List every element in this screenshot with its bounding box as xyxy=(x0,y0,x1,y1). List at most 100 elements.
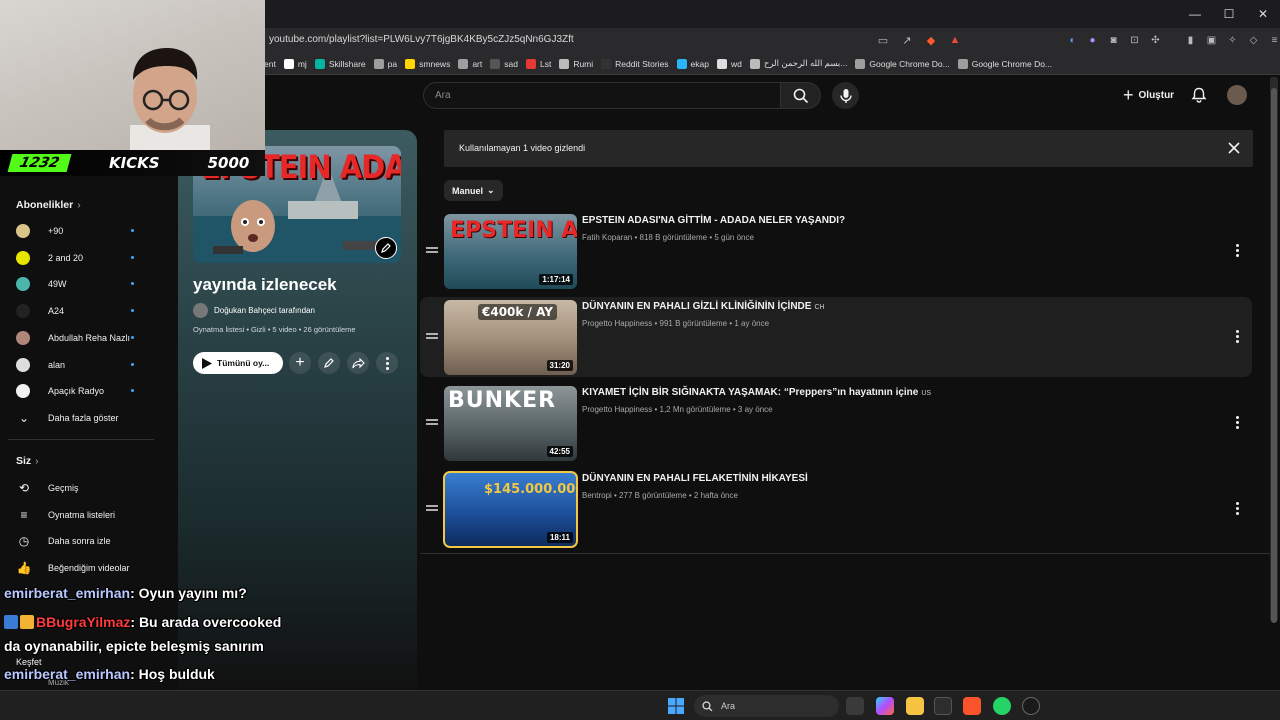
bookmark-item[interactable]: mj xyxy=(283,56,307,71)
subscriptions-heading[interactable]: Abonelikler › xyxy=(16,199,81,211)
add-to-button[interactable]: + xyxy=(289,352,311,374)
video-thumbnail[interactable]: EPSTEIN ADASI 1:17:14 xyxy=(444,214,577,289)
scrollbar-thumb[interactable] xyxy=(1271,88,1277,623)
drag-handle-icon[interactable] xyxy=(426,503,438,513)
bookmark-item[interactable]: ekap xyxy=(676,56,709,71)
close-window-icon[interactable]: ✕ xyxy=(1246,0,1280,28)
edit-playlist-button[interactable] xyxy=(318,352,340,374)
playlist-video-row[interactable]: BUNKER 42:55 KIYAMET İÇİN BİR SIĞINAKTA YA… xyxy=(420,383,1252,463)
playlist-video-row[interactable]: €400k / AY 31:20 DÜNYANIN EN PAHALI GİZLİ … xyxy=(420,297,1252,377)
bookmark-item[interactable]: Rumi xyxy=(559,56,593,71)
extensions-puzzle-icon[interactable]: ✣ xyxy=(1148,32,1163,48)
subscription-item[interactable]: 2 and 20 xyxy=(16,247,166,269)
vpn-icon[interactable]: ◇ xyxy=(1246,32,1261,48)
bookmark-item[interactable]: ent xyxy=(264,56,276,71)
video-thumbnail[interactable]: $145.000.000.000 18:11 xyxy=(443,471,578,548)
extension-icon[interactable]: ● xyxy=(1085,32,1100,48)
subscription-item[interactable]: A24 xyxy=(16,300,166,322)
bookmark-item[interactable]: smnews xyxy=(405,56,450,71)
video-title[interactable]: EPSTEIN ADASI'NA GİTTİM - ADADA NELER YA… xyxy=(582,215,845,226)
video-thumbnail[interactable]: €400k / AY 31:20 xyxy=(444,300,577,375)
obs-icon[interactable] xyxy=(1022,697,1040,715)
user-avatar[interactable] xyxy=(1227,85,1247,105)
bookmark-item[interactable]: Skillshare xyxy=(314,56,366,71)
new-content-dot xyxy=(131,229,134,232)
copilot-icon[interactable] xyxy=(876,697,894,715)
bookmark-item[interactable]: Lst xyxy=(525,56,551,71)
sidebar-item-playlists[interactable]: ≡ Oynatma listeleri xyxy=(16,504,166,526)
create-button[interactable]: + Oluştur xyxy=(1117,83,1180,107)
subscription-item[interactable]: 49W xyxy=(16,273,166,295)
duration-badge: 18:11 xyxy=(546,532,573,543)
more-vert-icon[interactable] xyxy=(1230,499,1244,517)
ai-icon[interactable]: ✧ xyxy=(1225,32,1240,48)
subscription-item[interactable]: alan xyxy=(16,354,166,376)
bookmark-item[interactable]: Reddit Stories xyxy=(601,56,669,71)
sort-dropdown[interactable]: Manuel ⌄ xyxy=(444,180,503,201)
video-title[interactable]: DÜNYANIN EN PAHALI FELAKETİNİN HİKAYESİ xyxy=(582,473,808,484)
drag-handle-icon[interactable] xyxy=(426,331,438,341)
search-input[interactable]: Ara xyxy=(423,82,781,109)
url-field[interactable]: youtube.com/playlist?list=PLW6Lvy7T6jgBK… xyxy=(269,34,574,45)
thumbnail-text: $145.000.000.000 xyxy=(484,482,577,497)
wallet-icon[interactable]: ▣ xyxy=(1204,32,1219,48)
more-vert-icon[interactable] xyxy=(1230,241,1244,259)
show-more-button[interactable]: ⌄ Daha fazla göster xyxy=(16,407,166,429)
drag-handle-icon[interactable] xyxy=(426,417,438,427)
bookmark-label: mj xyxy=(297,58,307,69)
bookmark-item[interactable]: بسم الله الرحمن الرح... xyxy=(749,56,847,71)
menu-icon[interactable]: ≡ xyxy=(1267,32,1280,48)
brave-shield-icon[interactable]: ◆ xyxy=(923,32,939,48)
voice-search-button[interactable] xyxy=(832,82,859,109)
more-vert-icon[interactable] xyxy=(1230,327,1244,345)
extension-icon[interactable]: ⊡ xyxy=(1127,32,1142,48)
bookmark-item[interactable]: pa xyxy=(373,56,397,71)
notifications-bell-icon[interactable] xyxy=(1190,86,1208,104)
channel-name: alan xyxy=(48,359,66,370)
video-title[interactable]: KIYAMET İÇİN BİR SIĞINAKTA YAŞAMAK: “Pre… xyxy=(582,387,931,398)
cast-icon[interactable]: ▭ xyxy=(875,32,891,48)
bookmark-label: ekap xyxy=(690,58,709,69)
subscription-item[interactable]: Apaçık Radyo xyxy=(16,380,166,402)
file-explorer-icon[interactable] xyxy=(906,697,924,715)
sidebar-item-history[interactable]: ⟲ Geçmiş xyxy=(16,477,166,499)
windows-start-icon[interactable] xyxy=(668,698,684,714)
bookmark-item[interactable]: wd xyxy=(716,56,742,71)
bookmark-item[interactable]: sad xyxy=(490,56,518,71)
minimize-icon[interactable]: — xyxy=(1178,0,1212,28)
sidebar-toggle-icon[interactable]: ▮ xyxy=(1183,32,1198,48)
sidebar-item-clock[interactable]: ◷ Daha sonra izle xyxy=(16,530,166,552)
playlist-video-row[interactable]: EPSTEIN ADASI 1:17:14 EPSTEIN ADASI'NA GİT… xyxy=(420,211,1252,291)
pencil-icon xyxy=(324,358,334,368)
more-vert-icon[interactable] xyxy=(1230,413,1244,431)
video-thumbnail[interactable]: BUNKER 42:55 xyxy=(444,386,577,461)
play-all-button[interactable]: Tümünü oy... xyxy=(193,352,283,374)
close-icon[interactable] xyxy=(1227,141,1241,155)
brave-browser-icon[interactable] xyxy=(963,697,981,715)
extension-icon[interactable]: ◖ xyxy=(1064,32,1079,48)
subscription-item[interactable]: Abdullah Reha Nazlı xyxy=(16,327,166,349)
drag-handle-icon[interactable] xyxy=(426,245,438,255)
bookmark-item[interactable]: Google Chrome Do... xyxy=(957,56,1052,71)
app-icon[interactable] xyxy=(934,697,952,715)
extension-icon[interactable]: ◙ xyxy=(1106,32,1121,48)
whatsapp-icon[interactable] xyxy=(993,697,1011,715)
sidebar-item-thumbs-up[interactable]: 👍 Beğendiğim videolar xyxy=(16,557,166,579)
playlist-owner[interactable]: Doğukan Bahçeci tarafından xyxy=(193,303,315,318)
share-playlist-button[interactable] xyxy=(347,352,369,374)
maximize-icon[interactable]: ☐ xyxy=(1212,0,1246,28)
playlist-video-row[interactable]: $145.000.000.000 18:11 DÜNYANIN EN PAHALI … xyxy=(420,469,1252,549)
address-actions: ▭ ↗ ◆ ▲ xyxy=(875,32,963,48)
subscription-item[interactable]: +90 xyxy=(16,220,166,242)
taskbar-search[interactable]: Ara xyxy=(694,695,839,717)
you-heading[interactable]: Siz › xyxy=(16,455,39,467)
video-title[interactable]: DÜNYANIN EN PAHALI GİZLİ KLİNİĞİNİN İÇİN… xyxy=(582,301,825,312)
brave-rewards-icon[interactable]: ▲ xyxy=(947,32,963,48)
bookmark-item[interactable]: Google Chrome Do... xyxy=(855,56,950,71)
edit-thumbnail-button[interactable] xyxy=(375,237,397,259)
more-options-button[interactable] xyxy=(376,352,398,374)
task-view-icon[interactable] xyxy=(846,697,864,715)
search-button[interactable] xyxy=(781,82,821,109)
share-icon[interactable]: ↗ xyxy=(899,32,915,48)
bookmark-item[interactable]: art xyxy=(458,56,482,71)
